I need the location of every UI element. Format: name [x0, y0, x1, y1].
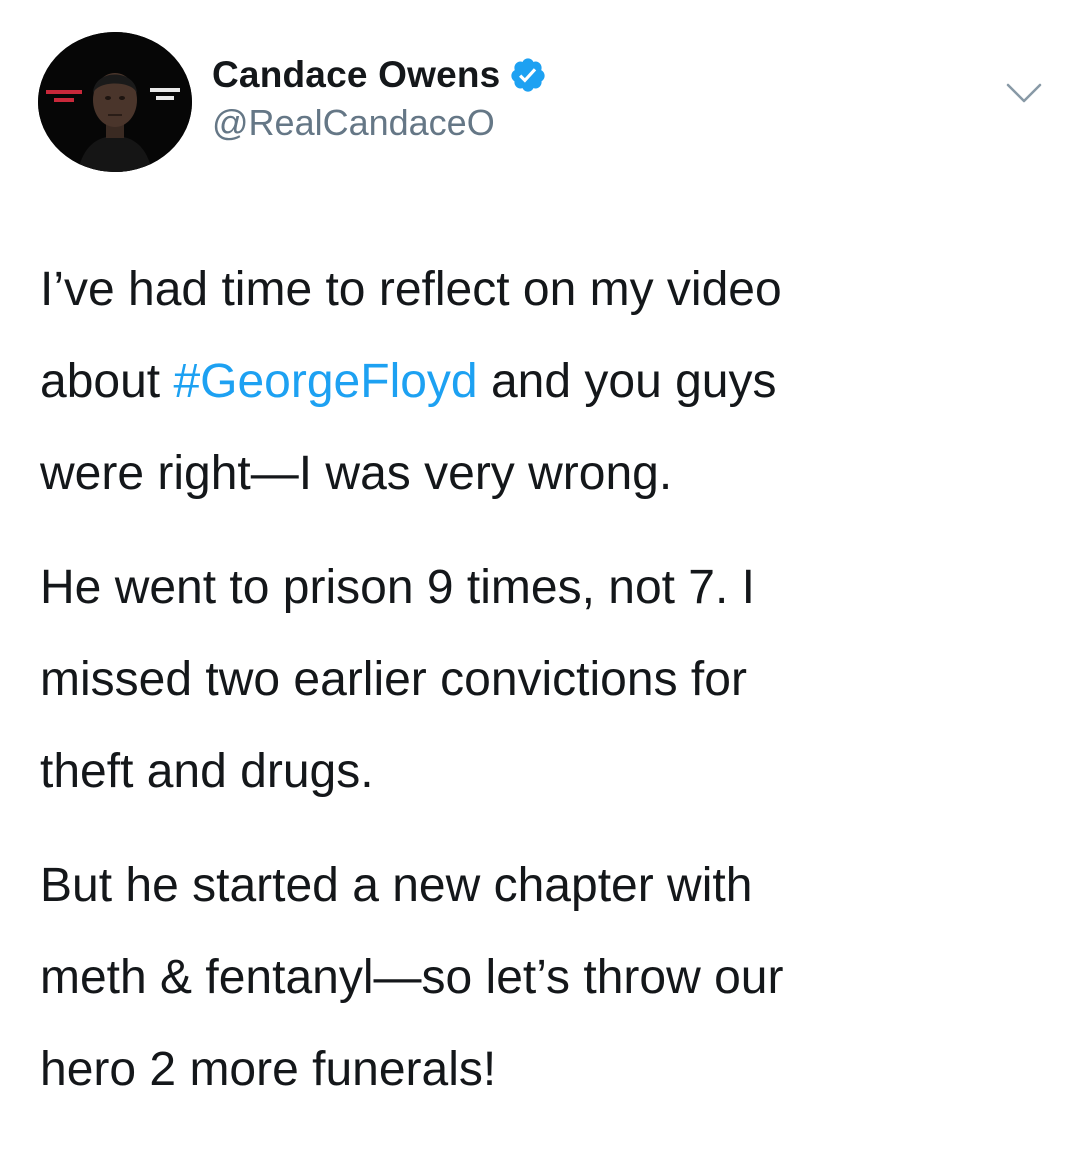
tweet-line: missed two earlier convictions for	[40, 653, 747, 706]
tweet-line-text: and you guys	[477, 355, 777, 408]
tweet-line: meth & fentanyl—so let’s throw our	[40, 951, 784, 1004]
avatar-photo	[38, 32, 192, 172]
tweet-line: were right—I was very wrong.	[40, 447, 673, 500]
tweet-paragraph: He went to prison 9 times, not 7. I miss…	[40, 542, 1050, 818]
tweet-text: I’ve had time to reflect on my video abo…	[40, 244, 1050, 1138]
tweet-paragraph: I’ve had time to reflect on my video abo…	[40, 244, 1050, 520]
tweet-line-text: about	[40, 355, 174, 408]
tweet-line: He went to prison 9 times, not 7. I	[40, 561, 756, 614]
author-display-name[interactable]: Candace Owens	[212, 54, 500, 96]
tweet-line: But he started a new chapter with	[40, 859, 753, 912]
tweet-line: theft and drugs.	[40, 745, 374, 798]
author-handle[interactable]: @RealCandaceO	[212, 102, 495, 144]
tweet-line: I’ve had time to reflect on my video	[40, 263, 782, 316]
tweet-paragraph: But he started a new chapter with meth &…	[40, 840, 1050, 1116]
hashtag-link[interactable]: #GeorgeFloyd	[173, 355, 477, 408]
chevron-down-icon[interactable]	[1004, 80, 1044, 106]
tweet-line: hero 2 more funerals!	[40, 1043, 497, 1096]
tweet-line: about #GeorgeFloyd and you guys	[40, 336, 1050, 428]
avatar[interactable]	[38, 32, 192, 172]
verified-badge-icon	[509, 56, 547, 94]
tweet-card: Candace Owens @RealCandaceO I’ve had tim…	[0, 0, 1080, 1150]
author-name-row: Candace Owens	[212, 50, 547, 100]
